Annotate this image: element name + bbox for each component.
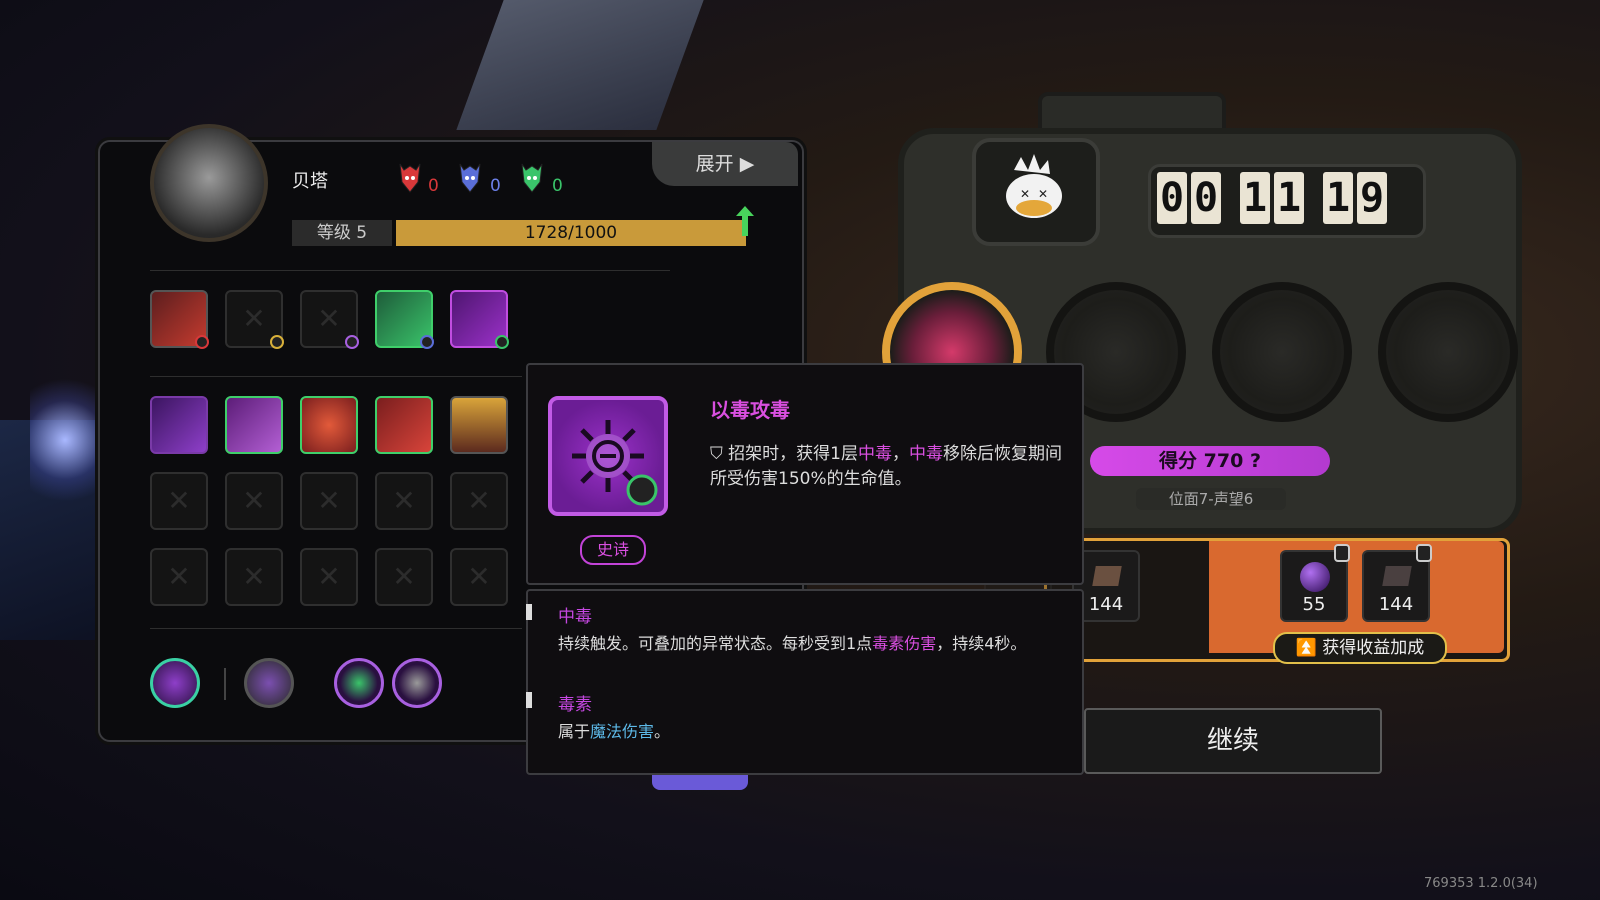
expand-button[interactable]: 展开 ▶ — [652, 142, 798, 186]
poison-skill-icon — [548, 396, 668, 516]
desc-text: ， — [891, 444, 909, 464]
divider — [150, 270, 670, 271]
divider — [150, 376, 522, 377]
purple-badge-icon — [345, 335, 359, 349]
timer-digit: 0 — [1191, 172, 1221, 224]
glossary-marker — [526, 692, 532, 708]
background-crystal — [456, 0, 704, 130]
dial-empty — [1212, 282, 1352, 422]
green-rune-count: 0 — [552, 176, 563, 196]
glossary-title-toxin: 毒素 — [558, 695, 592, 715]
level-up-arrow-icon[interactable] — [736, 206, 754, 236]
keyword-magic-damage: 魔法伤害 — [590, 722, 655, 741]
keyword-toxin-damage: 毒素伤害 — [872, 634, 937, 653]
skill-slot-empty[interactable] — [450, 548, 508, 606]
character-name: 贝塔 — [292, 171, 328, 192]
skill-slot-empty[interactable] — [225, 548, 283, 606]
score-badge: 得分 770 ? — [1090, 446, 1330, 476]
continue-button[interactable]: 继续 — [1084, 708, 1382, 774]
glossary-text-poison: 持续触发。可叠加的异常状态。每秒受到1点毒素伤害，持续4秒。 — [558, 632, 1044, 656]
skill-slot-purple-web[interactable] — [225, 396, 283, 454]
score-label: 得分 770 — [1159, 450, 1244, 472]
blue-rune-icon — [458, 160, 482, 194]
exp-bar: 1728/1000 — [396, 220, 746, 246]
skill-slot-red-spiral[interactable] — [300, 396, 358, 454]
skill-slot-purple-poison[interactable] — [450, 290, 509, 349]
skill-slot-purple-dragon[interactable] — [150, 396, 208, 454]
book-icon — [1092, 566, 1122, 586]
duck-icon: ✕ ✕ — [1006, 154, 1062, 218]
red-badge-icon — [195, 335, 209, 349]
play-arrow-icon: ▶ — [739, 153, 755, 175]
divider — [150, 628, 522, 629]
timer-digit: 1 — [1274, 172, 1304, 224]
rarity-badge: 史诗 — [580, 535, 646, 565]
bonus-label: ⏫ 获得收益加成 — [1273, 632, 1447, 664]
character-portrait[interactable] — [150, 124, 268, 242]
skill-slot-red-claw[interactable] — [375, 396, 433, 454]
skill-slot-red-claw[interactable] — [150, 290, 209, 349]
glossary-marker — [526, 604, 532, 620]
scroll-item-icon[interactable] — [244, 658, 294, 708]
gear-item-icon[interactable] — [392, 658, 442, 708]
double-chevron-up-icon: ⏫ — [1295, 638, 1317, 658]
skill-slot-empty[interactable] — [225, 290, 284, 349]
orb-icon — [1300, 562, 1330, 592]
gloss-text: ，持续4秒。 — [936, 634, 1027, 653]
dial-empty — [1378, 282, 1518, 422]
svg-text:✕: ✕ — [1020, 187, 1030, 201]
lightning-effect — [30, 360, 100, 520]
timer-digit: 9 — [1357, 172, 1387, 224]
blue-rune-count: 0 — [490, 176, 501, 196]
help-icon[interactable]: ? — [1250, 450, 1261, 472]
separator — [224, 668, 226, 700]
glossary-title-poison: 中毒 — [558, 607, 592, 627]
lock-icon — [1334, 544, 1350, 562]
skill-slot-empty[interactable] — [150, 472, 208, 530]
lock-icon — [1416, 544, 1432, 562]
version-label: 769353 1.2.0(34) — [1424, 876, 1538, 891]
duck-frame: ✕ ✕ — [972, 138, 1100, 246]
skill-slot-empty[interactable] — [375, 548, 433, 606]
level-label: 等级 5 — [292, 220, 392, 246]
skill-slot-empty[interactable] — [150, 548, 208, 606]
glossary-text-toxin: 属于魔法伤害。 — [558, 720, 1044, 744]
keyword-poison: 中毒 — [908, 444, 943, 464]
skill-slot-gold-gate[interactable] — [450, 396, 508, 454]
skill-slot-empty[interactable] — [300, 472, 358, 530]
bonus-text: 获得收益加成 — [1322, 638, 1425, 658]
gloss-text: 。 — [654, 722, 671, 741]
red-rune-icon — [398, 160, 422, 194]
skill-title: 以毒攻毒 — [710, 398, 790, 422]
reward-orb-count: 55 — [1302, 594, 1326, 615]
book-icon — [1382, 566, 1412, 586]
green-badge-icon — [495, 335, 509, 349]
timer-digit: 0 — [1157, 172, 1187, 224]
vortex-ability-icon[interactable] — [150, 658, 200, 708]
skill-slot-empty[interactable] — [375, 472, 433, 530]
green-rune-icon — [520, 160, 544, 194]
gloss-text: 持续触发。可叠加的异常状态。每秒受到1点 — [558, 634, 873, 653]
skill-description: ⛉ 招架时，获得1层中毒，中毒移除后恢复期间所受伤害150%的生命值。 — [710, 442, 1064, 492]
parry-icon: ⛉ — [710, 444, 723, 464]
skill-slot-empty[interactable] — [300, 290, 359, 349]
keyword-poison: 中毒 — [857, 444, 892, 464]
skill-slot-empty[interactable] — [450, 472, 508, 530]
stage-label: 位面7-声望6 — [1136, 488, 1286, 510]
gold-badge-icon — [270, 335, 284, 349]
skill-slot-empty[interactable] — [300, 548, 358, 606]
desc-text: 招架时，获得1层 — [722, 444, 858, 464]
svg-text:✕: ✕ — [1038, 187, 1048, 201]
glossary-tooltip — [526, 589, 1084, 775]
red-rune-count: 0 — [428, 176, 439, 196]
blue-badge-icon — [420, 335, 434, 349]
expand-label: 展开 — [695, 153, 734, 175]
heart-item-icon[interactable] — [334, 658, 384, 708]
reward-book-count: 144 — [1378, 594, 1414, 615]
timer-digit: 1 — [1240, 172, 1270, 224]
skill-slot-empty[interactable] — [225, 472, 283, 530]
timer-digit: 1 — [1323, 172, 1353, 224]
skill-slot-green-tree[interactable] — [375, 290, 434, 349]
gloss-text: 属于 — [558, 722, 591, 741]
